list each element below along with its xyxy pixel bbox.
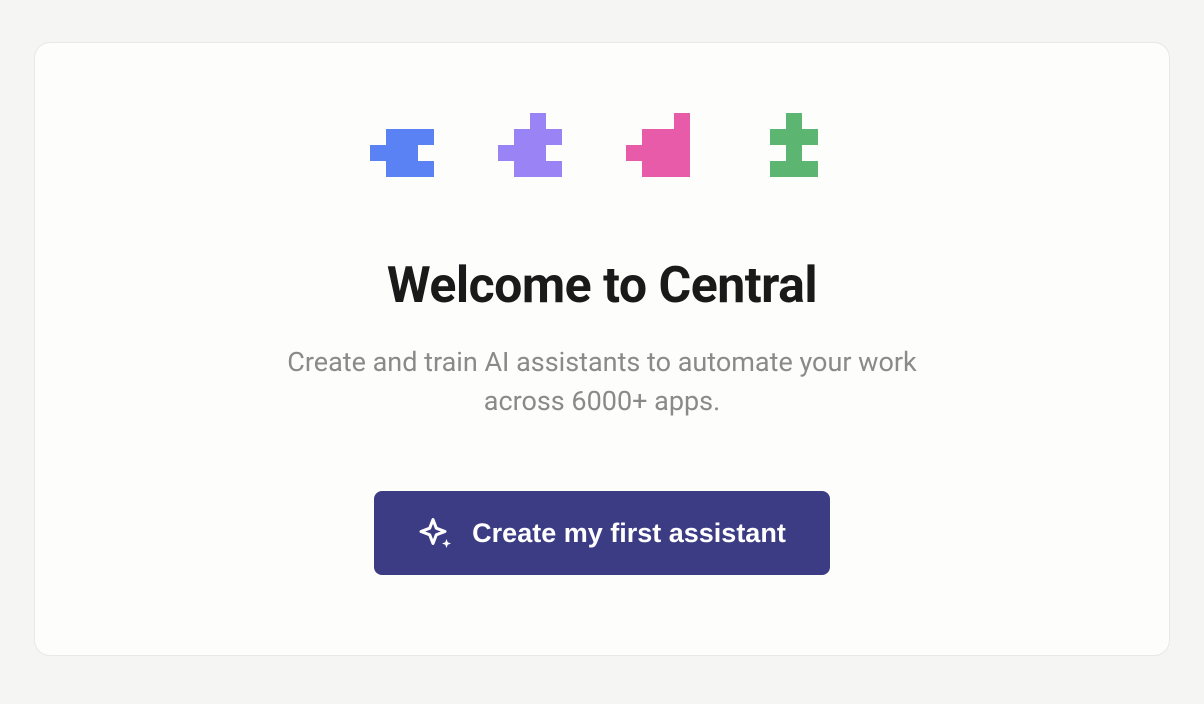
welcome-card: Welcome to Central Create and train AI a… [34,42,1170,656]
puzzle-icon-pink [626,113,706,193]
sparkle-icon [418,515,454,551]
puzzle-icon-blue [370,113,450,193]
welcome-heading: Welcome to Central [387,257,817,315]
create-assistant-button[interactable]: Create my first assistant [374,491,830,575]
puzzle-icon-green [754,113,834,193]
welcome-subtitle: Create and train AI assistants to automa… [252,343,952,421]
create-assistant-button-label: Create my first assistant [472,518,786,549]
puzzle-icon-purple [498,113,578,193]
puzzle-icon-row [370,113,834,193]
